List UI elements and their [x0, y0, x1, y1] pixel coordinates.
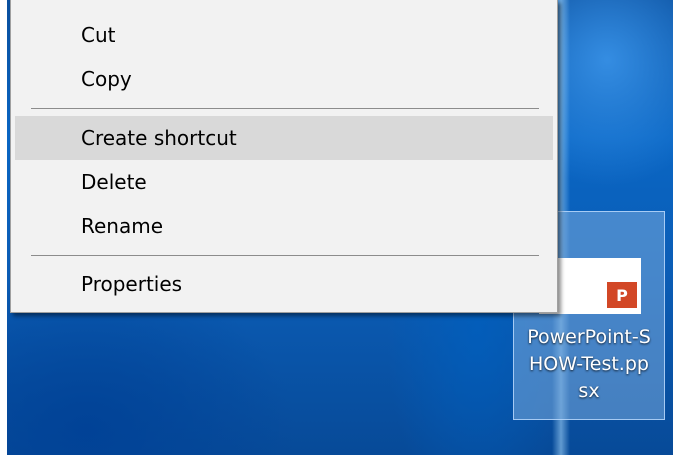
context-menu: Cut Copy Create shortcut Delete Rename P… — [10, 0, 558, 313]
menu-item-rename[interactable]: Rename — [15, 204, 553, 248]
menu-item-label: Properties — [81, 272, 183, 296]
menu-item-label: Cut — [81, 23, 116, 47]
menu-separator — [31, 255, 539, 256]
menu-item-cut[interactable]: Cut — [15, 13, 553, 57]
powerpoint-badge-text: P — [616, 285, 628, 305]
menu-item-create-shortcut[interactable]: Create shortcut — [15, 116, 553, 160]
menu-item-label: Rename — [81, 214, 164, 238]
menu-item-copy[interactable]: Copy — [15, 57, 553, 101]
file-name-line: PowerPoint-S — [527, 326, 651, 348]
menu-item-label: Delete — [81, 170, 147, 194]
menu-item-label: Create shortcut — [81, 126, 237, 150]
file-name-line: HOW-Test.pp — [529, 353, 649, 375]
powerpoint-logo-icon: P — [607, 282, 637, 308]
menu-item-delete[interactable]: Delete — [15, 160, 553, 204]
menu-item-label: Copy — [81, 67, 132, 91]
file-name-line: sx — [578, 380, 600, 402]
file-name-label: PowerPoint-S HOW-Test.pp sx — [514, 324, 664, 405]
menu-item-properties[interactable]: Properties — [15, 262, 553, 306]
menu-separator — [31, 108, 539, 109]
